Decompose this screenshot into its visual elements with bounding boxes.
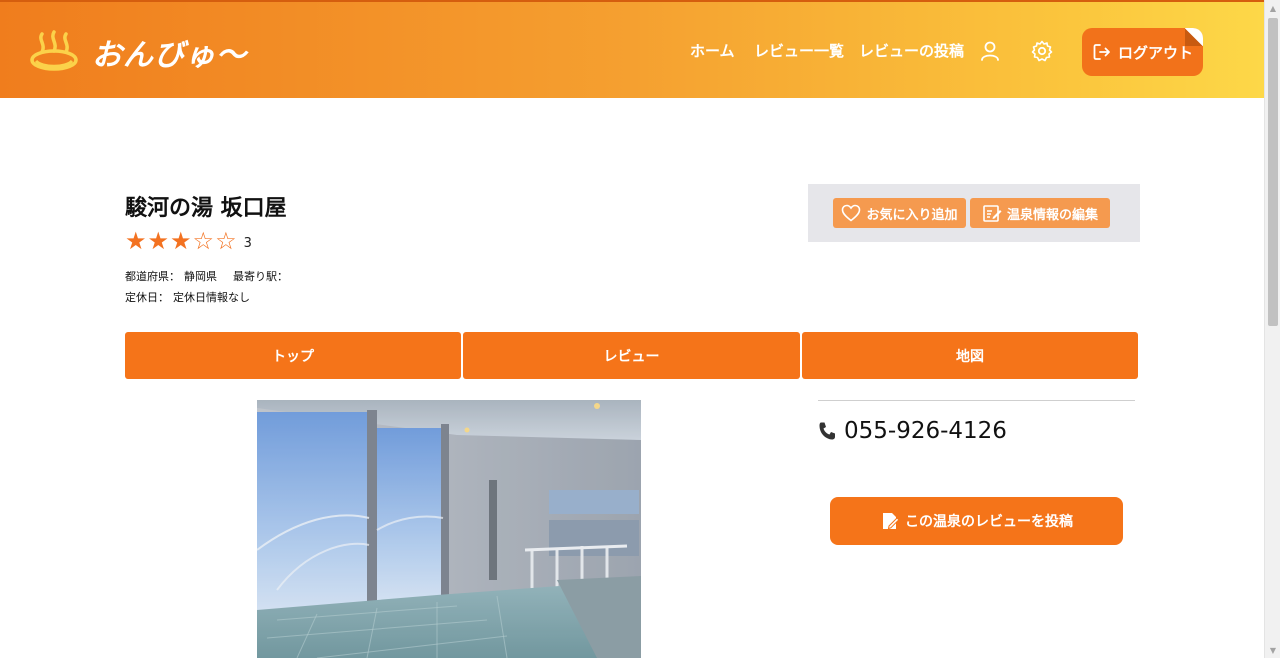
section-divider <box>818 400 1135 401</box>
logout-label: ログアウト <box>1117 43 1193 62</box>
site-logo-text: おんびゅ〜 <box>92 38 247 73</box>
heart-icon <box>842 204 861 222</box>
logout-icon <box>1093 44 1110 60</box>
nav-review-list[interactable]: レビュー一覧 <box>754 40 844 61</box>
vertical-scrollbar[interactable]: ▲ ▼ <box>1264 0 1280 658</box>
gear-icon[interactable] <box>1031 40 1053 62</box>
post-review-label: この温泉のレビューを投稿 <box>905 514 1073 530</box>
rating-value: 3 <box>243 235 252 251</box>
edit-info-label: 温泉情報の編集 <box>1006 207 1098 223</box>
hot-spring-icon <box>30 30 78 71</box>
site-logo[interactable]: おんびゅ〜 <box>30 30 247 74</box>
phone-number: 055-926-4126 <box>818 417 1007 445</box>
station-label: 最寄り駅： <box>233 270 288 283</box>
star-empty-icon: ☆ <box>192 227 215 255</box>
logout-button[interactable]: ログアウト <box>1082 28 1203 76</box>
post-review-button[interactable]: この温泉のレビューを投稿 <box>830 497 1123 545</box>
nav-post-review[interactable]: レビューの投稿 <box>859 40 964 61</box>
favorite-button[interactable]: お気に入り追加 <box>833 198 966 228</box>
prefecture-value: 静岡県 <box>184 270 217 283</box>
nav-home[interactable]: ホーム <box>690 40 735 61</box>
star-filled-icon: ★ <box>147 227 170 255</box>
closed-label: 定休日： <box>125 291 169 304</box>
star-filled-icon: ★ <box>170 227 192 255</box>
closed-info: 定休日： 定休日情報なし <box>125 289 254 305</box>
star-filled-icon: ★ <box>125 227 147 255</box>
favorite-label: お気に入り追加 <box>866 207 958 223</box>
edit-note-icon <box>883 513 900 530</box>
onsen-name: 駿河の湯 坂口屋 <box>125 196 287 221</box>
scrollbar-thumb[interactable] <box>1268 18 1278 326</box>
star-empty-icon: ☆ <box>215 227 237 255</box>
closed-value: 定休日情報なし <box>173 291 250 304</box>
location-info: 都道府県： 静岡県 最寄り駅： <box>125 268 296 284</box>
edit-icon <box>983 205 1002 222</box>
edit-info-button[interactable]: 温泉情報の編集 <box>970 198 1110 228</box>
page-curl-decoration <box>1185 28 1203 46</box>
action-panel: お気に入り追加 温泉情報の編集 <box>808 184 1140 242</box>
tab-review[interactable]: レビュー <box>463 332 800 379</box>
phone-icon <box>819 422 835 440</box>
scroll-up-arrow-icon[interactable]: ▲ <box>1265 0 1280 16</box>
tab-map[interactable]: 地図 <box>802 332 1138 379</box>
scroll-down-arrow-icon[interactable]: ▼ <box>1265 642 1280 658</box>
user-icon[interactable] <box>979 40 1001 62</box>
phone-number-text: 055-926-4126 <box>844 418 1007 444</box>
prefecture-label: 都道府県： <box>125 270 180 283</box>
site-header: おんびゅ〜 ホーム レビュー一覧 レビューの投稿 ログアウト <box>0 0 1264 98</box>
tab-top[interactable]: トップ <box>125 332 461 379</box>
rating: ★ ★ ★ ☆ ☆ 3 <box>125 228 252 254</box>
onsen-photo <box>257 400 641 658</box>
